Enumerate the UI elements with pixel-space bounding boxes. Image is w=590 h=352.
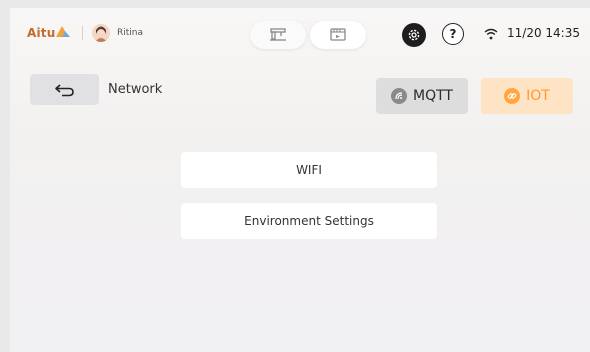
avatar-image [95, 26, 107, 42]
status-bar: Aitu Ritina ? 11/20 14:35 [10, 8, 590, 56]
tab-mqtt[interactable]: MQTT [376, 78, 468, 114]
sewing-machine-icon [270, 28, 286, 41]
status-divider [82, 26, 83, 40]
wifi-menu-button[interactable]: WIFI [181, 152, 437, 188]
environment-settings-button[interactable]: Environment Settings [181, 203, 437, 239]
sewing-mode-button[interactable] [250, 21, 306, 49]
logo-mark-icon [56, 26, 70, 37]
mqtt-icon [391, 88, 408, 104]
page-title: Network [108, 82, 163, 97]
tab-iot-label: IOT [526, 88, 550, 104]
environment-settings-label: Environment Settings [244, 214, 374, 228]
avatar[interactable] [92, 24, 110, 42]
monitor-mode-button[interactable] [310, 21, 366, 49]
back-button[interactable] [30, 74, 99, 105]
help-button[interactable]: ? [442, 23, 464, 45]
gear-icon [408, 29, 420, 41]
return-arrow-icon [54, 83, 74, 96]
settings-button[interactable] [402, 23, 426, 47]
device-screen: Aitu Ritina ? 11/20 14:35 Network MQTT I… [10, 8, 590, 352]
clock-time: 11/20 14:35 [507, 26, 580, 40]
wifi-menu-label: WIFI [296, 163, 322, 177]
help-icon: ? [449, 27, 457, 41]
tab-iot[interactable]: IOT [481, 78, 573, 114]
screen-monitor-icon [330, 28, 346, 41]
link-icon [504, 88, 521, 104]
user-name[interactable]: Ritina [117, 28, 143, 38]
brand-logo-text: Aitu [27, 26, 56, 40]
tab-mqtt-label: MQTT [413, 88, 453, 104]
wifi-icon [484, 28, 498, 40]
